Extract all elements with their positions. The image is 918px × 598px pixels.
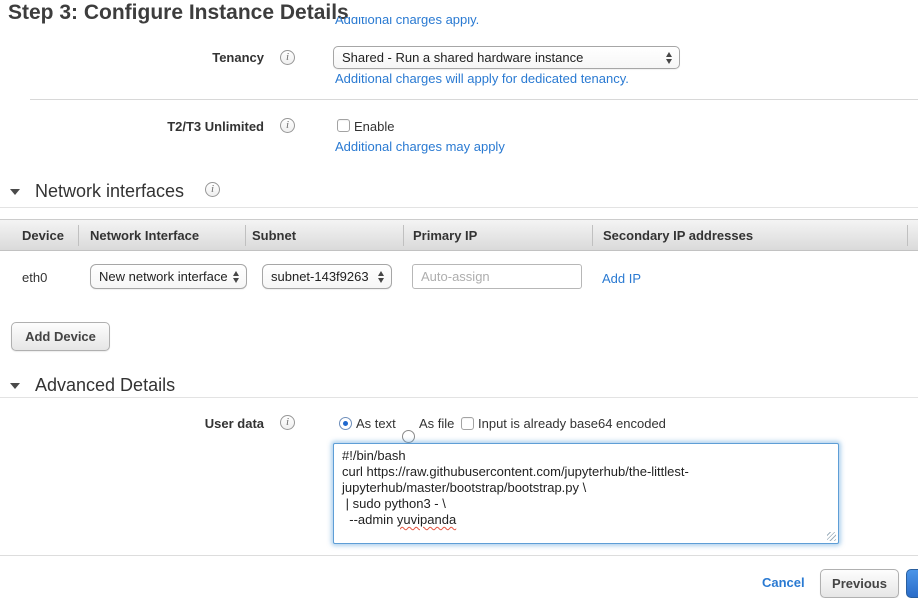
add-ip-link[interactable]: Add IP [602, 271, 641, 286]
advanced-details-collapse-triangle-icon[interactable] [10, 383, 20, 389]
textarea-resize-handle-icon[interactable] [827, 532, 836, 541]
select-arrows-icon [378, 271, 384, 283]
tenancy-label: Tenancy [64, 50, 264, 65]
t2t3-unlimited-label: T2/T3 Unlimited [64, 119, 264, 134]
col-network-interface: Network Interface [90, 228, 199, 243]
column-separator [245, 225, 246, 246]
user-data-label: User data [64, 416, 264, 431]
network-interfaces-title: Network interfaces [35, 181, 184, 202]
user-data-line: curl https://raw.githubusercontent.com/j… [342, 464, 830, 496]
col-device: Device [22, 228, 64, 243]
divider [0, 397, 918, 398]
user-data-line: --admin yuvipanda [342, 512, 830, 528]
add-device-button[interactable]: Add Device [11, 322, 110, 351]
as-file-radio-label[interactable]: As file [419, 416, 454, 431]
clipped-additional-charges-link[interactable]: Additional charges apply. [335, 17, 479, 30]
configure-instance-page: Step 3: Configure Instance Details Addit… [0, 0, 918, 598]
user-data-line: #!/bin/bash [342, 448, 830, 464]
network-interfaces-info-icon[interactable]: i [205, 182, 220, 197]
previous-button[interactable]: Previous [820, 569, 899, 598]
network-interfaces-table-header: Device Network Interface Subnet Primary … [0, 219, 918, 251]
column-separator [403, 225, 404, 246]
as-text-radio-label[interactable]: As text [356, 416, 396, 431]
tenancy-select[interactable]: Shared - Run a shared hardware instance [333, 46, 680, 69]
clipped-link-text: Additional charges apply. [335, 17, 479, 27]
col-secondary-ip: Secondary IP addresses [603, 228, 753, 243]
subnet-select-value: subnet-143f9263 [263, 269, 374, 284]
t2t3-charges-link[interactable]: Additional charges may apply [335, 139, 505, 154]
base64-checkbox[interactable] [461, 417, 474, 430]
tenancy-select-value: Shared - Run a shared hardware instance [334, 50, 662, 65]
col-subnet: Subnet [252, 228, 296, 243]
subnet-select[interactable]: subnet-143f9263 [262, 264, 392, 289]
device-eth0-cell: eth0 [22, 270, 47, 285]
cancel-link[interactable]: Cancel [762, 575, 805, 590]
network-interface-select[interactable]: New network interface [90, 264, 247, 289]
user-data-line: | sudo python3 - \ [342, 496, 830, 512]
tenancy-charges-link[interactable]: Additional charges will apply for dedica… [335, 71, 629, 86]
network-interfaces-collapse-triangle-icon[interactable] [10, 189, 20, 195]
primary-ip-input[interactable] [412, 264, 582, 289]
user-data-textarea[interactable]: #!/bin/bash curl https://raw.githubuserc… [333, 443, 839, 544]
as-text-radio[interactable] [339, 417, 352, 430]
enable-checkbox[interactable] [337, 119, 350, 132]
col-primary-ip: Primary IP [413, 228, 477, 243]
next-step-button[interactable] [906, 569, 918, 598]
t2t3-info-icon[interactable]: i [280, 118, 295, 133]
misspelled-word: yuvipanda [397, 512, 456, 527]
select-arrows-icon [233, 271, 239, 283]
network-interface-select-value: New network interface [91, 269, 229, 284]
page-title: Step 3: Configure Instance Details [8, 1, 349, 25]
tenancy-info-icon[interactable]: i [280, 50, 295, 65]
enable-checkbox-label[interactable]: Enable [354, 119, 394, 134]
select-arrows-icon [666, 52, 672, 64]
footer-divider [0, 555, 918, 556]
base64-checkbox-label[interactable]: Input is already base64 encoded [478, 416, 666, 431]
column-separator [907, 225, 908, 246]
column-separator [592, 225, 593, 246]
column-separator [78, 225, 79, 246]
divider [0, 207, 918, 208]
advanced-details-title: Advanced Details [35, 375, 175, 396]
divider [30, 99, 918, 100]
as-file-radio[interactable] [402, 430, 415, 443]
user-data-info-icon[interactable]: i [280, 415, 295, 430]
